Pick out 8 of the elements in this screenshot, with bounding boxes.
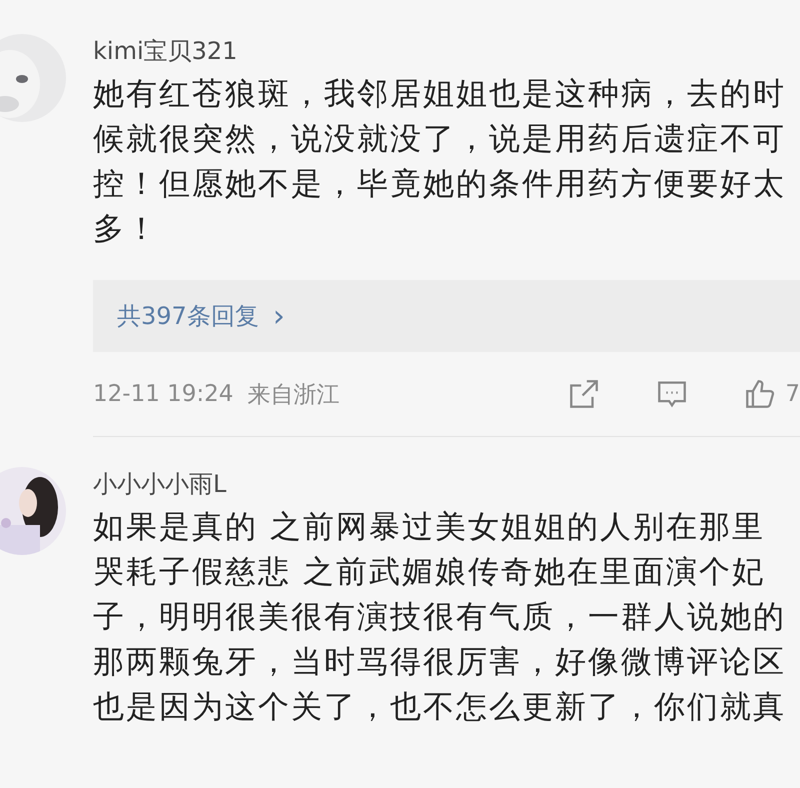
comment-text: 如果是真的 之前网暴过美女姐姐的人别在那里哭耗子假慈悲 之前武媚娘传奇她在里面演个妃子，明明很美很有演技很有气质，一群人说她的那两颗兔牙，当时骂得很厉害，好像微博评论区也是因为这个关了，也不怎么更新了，你们就真 <box>93 508 787 727</box>
comment-time: 12-11 19:24 <box>93 381 234 407</box>
user-name[interactable]: 小小小小雨L <box>93 467 800 501</box>
replies-link[interactable]: 共397条回复 › <box>93 280 800 352</box>
user-name[interactable]: kimi宝贝321 <box>93 34 800 68</box>
comment-text: 她有红苍狼斑，我邻居姐姐也是这种病，去的时候就很突然，说没就没了，说是用药后遗症不可控！但愿她不是，毕竟她的条件用药方便要好太多！ <box>93 75 787 249</box>
comment-location: 来自浙江 <box>247 380 340 410</box>
like-count: 7 <box>785 381 800 407</box>
